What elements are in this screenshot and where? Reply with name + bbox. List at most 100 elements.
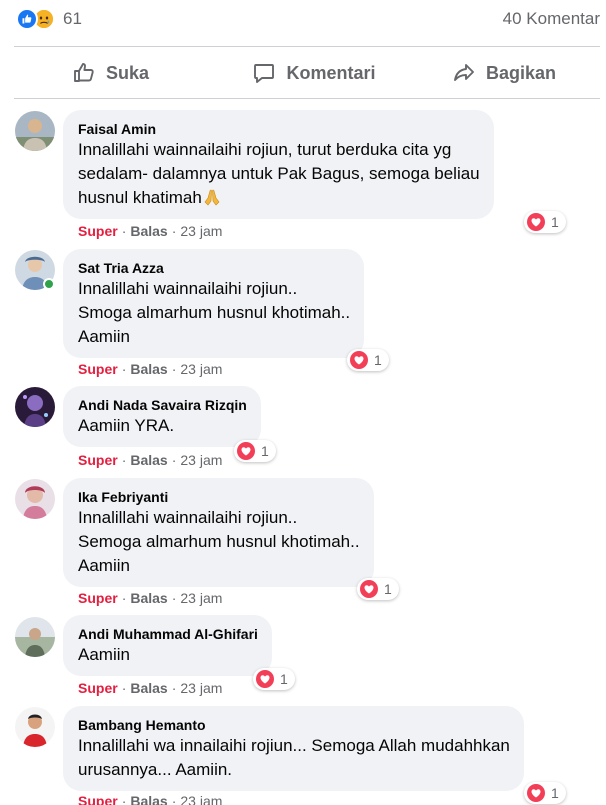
heart-reaction-count: 1	[261, 443, 269, 459]
commenter-name[interactable]: Sat Tria Azza	[78, 259, 350, 277]
separator: ·	[171, 590, 177, 606]
divider	[14, 46, 600, 47]
comment-timestamp[interactable]: 23 jam	[180, 452, 222, 468]
comment-meta: Super · Balas · 23 jam	[78, 590, 222, 606]
comment-text-line: Aamiin	[78, 327, 130, 346]
comment-timestamp[interactable]: 23 jam	[180, 361, 222, 377]
heart-reaction-badge[interactable]: 1	[524, 782, 566, 804]
separator: ·	[121, 590, 127, 606]
avatar[interactable]	[15, 479, 55, 519]
heart-reaction-count: 1	[551, 785, 559, 801]
comment-timestamp[interactable]: 23 jam	[180, 793, 222, 805]
reaction-summary[interactable]: 61	[16, 8, 82, 30]
comment-text-line: husnul khatimah	[78, 188, 202, 207]
separator: ·	[171, 793, 177, 805]
reply-button[interactable]: Balas	[130, 680, 167, 696]
comment-text-line: Smoga almarhum husnul khotimah..	[78, 303, 351, 322]
heart-icon	[527, 213, 545, 231]
comment-button[interactable]: Komentari	[233, 48, 394, 98]
comment-text-line: urusannya... Aamiin.	[78, 760, 233, 779]
super-reaction-label[interactable]: Super	[78, 793, 118, 805]
separator: ·	[171, 223, 177, 239]
heart-icon	[360, 580, 378, 598]
reply-button[interactable]: Balas	[130, 793, 167, 805]
separator: ·	[121, 680, 127, 696]
comment-text-line: Innalillahi wainnailaihi rojiun, turut b…	[78, 140, 452, 159]
comment-text-line: Semoga almarhum husnul khotimah..	[78, 532, 360, 551]
comment-meta: Super · Balas · 23 jam	[78, 680, 222, 696]
heart-reaction-badge[interactable]: 1	[357, 578, 399, 600]
like-icon	[16, 8, 38, 30]
avatar[interactable]	[15, 111, 55, 151]
reply-button[interactable]: Balas	[130, 590, 167, 606]
commenter-name[interactable]: Andi Nada Savaira Rizqin	[78, 396, 247, 414]
commenter-name[interactable]: Ika Febriyanti	[78, 488, 360, 506]
comment-count-link[interactable]: 40 Komentar	[503, 9, 600, 29]
divider	[14, 98, 600, 99]
separator: ·	[171, 452, 177, 468]
online-status-indicator	[43, 278, 55, 290]
share-button[interactable]: Bagikan	[395, 48, 600, 98]
commenter-name[interactable]: Bambang Hemanto	[78, 716, 510, 734]
comment-bubble: Andi Muhammad Al-Ghifari Aamiin	[63, 615, 272, 676]
post-actions: Suka Komentari Bagikan	[14, 48, 600, 98]
super-reaction-label[interactable]: Super	[78, 223, 118, 239]
separator: ·	[121, 452, 127, 468]
heart-icon	[237, 442, 255, 460]
comment-bubble: Bambang Hemanto Innalillahi wa innailaih…	[63, 706, 524, 791]
comment-meta: Super · Balas · 23 jam	[78, 452, 222, 468]
comment-label: Komentari	[286, 62, 376, 83]
share-arrow-icon	[454, 64, 474, 81]
like-button[interactable]: Suka	[14, 48, 233, 98]
heart-icon	[527, 784, 545, 802]
reply-button[interactable]: Balas	[130, 223, 167, 239]
comment-timestamp[interactable]: 23 jam	[180, 680, 222, 696]
comment-meta: Super · Balas · 23 jam	[78, 361, 222, 377]
heart-reaction-badge[interactable]: 1	[524, 211, 566, 233]
commenter-name[interactable]: Andi Muhammad Al-Ghifari	[78, 625, 258, 643]
heart-icon	[350, 351, 368, 369]
comment-text-line: Innalillahi wainnailaihi rojiun..	[78, 508, 298, 527]
separator: ·	[121, 793, 127, 805]
comment-text-line: Aamiin YRA.	[78, 416, 175, 435]
avatar[interactable]	[15, 707, 55, 747]
folded-hands-icon	[204, 189, 220, 206]
super-reaction-label[interactable]: Super	[78, 361, 118, 377]
reply-button[interactable]: Balas	[130, 361, 167, 377]
super-reaction-label[interactable]: Super	[78, 680, 118, 696]
comment-text-line: Innalillahi wainnailaihi rojiun..	[78, 279, 298, 298]
comment-bubble: Sat Tria Azza Innalillahi wainnailaihi r…	[63, 249, 365, 358]
heart-reaction-count: 1	[384, 581, 392, 597]
avatar[interactable]	[15, 617, 55, 657]
comment-text-line: Aamiin	[78, 645, 130, 664]
heart-reaction-count: 1	[280, 671, 288, 687]
comment-bubble: Ika Febriyanti Innalillahi wainnailaihi …	[63, 478, 374, 587]
reaction-count: 61	[63, 9, 82, 28]
separator: ·	[121, 223, 127, 239]
comment-text-line: Innalillahi wa innailaihi rojiun... Semo…	[78, 736, 510, 755]
super-reaction-label[interactable]: Super	[78, 452, 118, 468]
avatar[interactable]	[15, 387, 55, 427]
comment-bubble: Andi Nada Savaira Rizqin Aamiin YRA.	[63, 386, 261, 447]
heart-reaction-badge[interactable]: 1	[253, 668, 295, 690]
heart-icon	[256, 670, 274, 688]
like-label: Suka	[106, 62, 150, 83]
post-reactions-bar: 61 40 Komentar	[0, 0, 606, 46]
share-label: Bagikan	[485, 62, 556, 83]
comment-timestamp[interactable]: 23 jam	[180, 223, 222, 239]
super-reaction-label[interactable]: Super	[78, 590, 118, 606]
heart-reaction-badge[interactable]: 1	[234, 440, 276, 462]
separator: ·	[171, 361, 177, 377]
heart-reaction-count: 1	[551, 214, 559, 230]
separator: ·	[171, 680, 177, 696]
separator: ·	[121, 361, 127, 377]
comment-icon	[254, 64, 275, 83]
reply-button[interactable]: Balas	[130, 452, 167, 468]
comment-timestamp[interactable]: 23 jam	[180, 590, 222, 606]
commenter-name[interactable]: Faisal Amin	[78, 120, 480, 138]
comment-bubble: Faisal Amin Innalillahi wainnailaihi roj…	[63, 110, 494, 219]
comment-text-line: sedalam- dalamnya untuk Pak Bagus, semog…	[78, 164, 480, 183]
thumbs-up-icon	[74, 63, 94, 82]
heart-reaction-badge[interactable]: 1	[347, 349, 389, 371]
heart-reaction-count: 1	[374, 352, 382, 368]
